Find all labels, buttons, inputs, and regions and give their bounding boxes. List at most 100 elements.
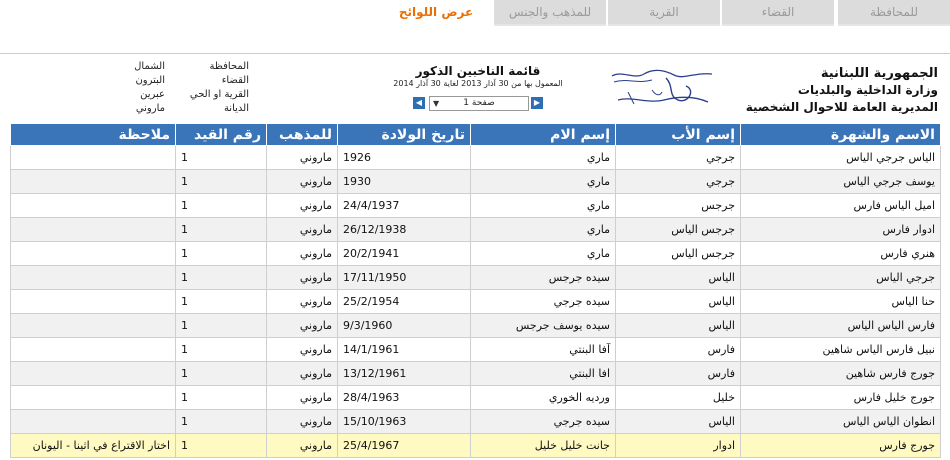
location-row: القرية او الحي عبرين <box>113 88 249 102</box>
col-header-father[interactable]: إسم الأب <box>615 123 741 146</box>
cell-reg-no: 1 <box>175 193 267 218</box>
cell-father: الياس <box>615 313 741 338</box>
location-label: المحافظة <box>209 61 249 72</box>
ministry-title: وزارة الداخلية والبلديات <box>797 83 938 97</box>
cell-dob: 14/1/1961 <box>337 337 471 362</box>
cell-reg-no: 1 <box>175 169 267 194</box>
table-row[interactable]: الياس جرجي الياس جرجي ماري 1926 ماروني 1 <box>10 145 941 170</box>
cell-mother: ماري <box>470 169 616 194</box>
cell-dob: 1930 <box>337 169 471 194</box>
cell-note <box>10 385 176 410</box>
cell-note <box>10 193 176 218</box>
col-header-dob[interactable]: تاريخ الولادة <box>337 123 471 146</box>
table-row[interactable]: جورج فارس ادوار جانت خليل خليل 25/4/1967 مار… <box>10 433 941 458</box>
cell-mother: آفا البنتي <box>470 337 616 362</box>
cell-note <box>10 409 176 434</box>
cell-reg-no: 1 <box>175 337 267 362</box>
divider <box>0 53 950 54</box>
cell-note <box>10 313 176 338</box>
col-header-name[interactable]: الاسم والشهرة <box>740 123 941 146</box>
table-row[interactable]: نبيل فارس الياس شاهين فارس آفا البنتي 14/1/… <box>10 337 941 362</box>
list-validity: المعمول بها من 30 آذار 2013 لغاية 30 آذا… <box>393 79 563 88</box>
page-select-label: صفحة 1 <box>463 98 495 108</box>
cell-sect: ماروني <box>266 193 338 218</box>
col-header-reg-no[interactable]: رقم القيد <box>175 123 267 146</box>
prev-page-button[interactable]: ◀ <box>413 97 425 109</box>
cell-father: جرجس <box>615 193 741 218</box>
table-row[interactable]: جورج فارس شاهين فارس افا البنتي 13/12/1961 م… <box>10 361 941 386</box>
pager: ◀ ▼ صفحة 1 ▶ <box>413 96 545 111</box>
cell-note <box>10 265 176 290</box>
cell-father: جرجي <box>615 169 741 194</box>
page-select[interactable]: ▼ صفحة 1 <box>429 96 529 111</box>
cell-name: اميل الياس فارس <box>740 193 941 218</box>
cell-sect: ماروني <box>266 409 338 434</box>
cell-sect: ماروني <box>266 337 338 362</box>
cell-note <box>10 241 176 266</box>
cell-note <box>10 289 176 314</box>
cell-reg-no: 1 <box>175 289 267 314</box>
cell-name: جرجي الياس <box>740 265 941 290</box>
cell-sect: ماروني <box>266 241 338 266</box>
cell-mother: سيده جرجس <box>470 265 616 290</box>
cell-father: فارس <box>615 361 741 386</box>
cell-name: يوسف جرجي الياس <box>740 169 941 194</box>
list-title: قائمة الناخبين الذكور <box>415 64 541 78</box>
cell-father: جرجس الياس <box>615 241 741 266</box>
location-value: البترون <box>135 75 165 86</box>
voters-table: الاسم والشهرة إسم الأب إسم الام تاريخ ال… <box>10 123 941 458</box>
cell-dob: 25/4/1967 <box>337 433 471 458</box>
location-row: الديانة ماروني <box>113 102 249 116</box>
location-value: ماروني <box>135 103 165 114</box>
cell-sect: ماروني <box>266 433 338 458</box>
cell-reg-no: 1 <box>175 313 267 338</box>
table-row[interactable]: اميل الياس فارس جرجس ماري 24/4/1937 ماروني 1 <box>10 193 941 218</box>
cell-father: الياس <box>615 289 741 314</box>
cell-dob: 1926 <box>337 145 471 170</box>
cell-father: ادوار <box>615 433 741 458</box>
cell-reg-no: 1 <box>175 217 267 242</box>
cell-name: جورج فارس <box>740 433 941 458</box>
table-row[interactable]: يوسف جرجي الياس جرجي ماري 1930 ماروني 1 <box>10 169 941 194</box>
cell-name: انطوان الياس الياس <box>740 409 941 434</box>
location-row: المحافظة الشمال <box>113 60 249 74</box>
table-row[interactable]: حنا الياس الياس سيده جرجي 25/2/1954 ماروني 1 <box>10 289 941 314</box>
location-value: عبرين <box>140 89 165 100</box>
issuer-header: الجمهورية اللبنانية وزارة الداخلية والبل… <box>746 65 938 116</box>
tab-show-lists[interactable]: عرض اللوائح <box>380 0 492 24</box>
cell-mother: ماري <box>470 217 616 242</box>
table-row[interactable]: جرجي الياس الياس سيده جرجس 17/11/1950 ماروني… <box>10 265 941 290</box>
list-heading: قائمة الناخبين الذكور المعمول بها من 30 … <box>393 64 563 88</box>
table-row[interactable]: هنري فارس جرجس الياس ماري 20/2/1941 ماروني 1 <box>10 241 941 266</box>
cell-dob: 9/3/1960 <box>337 313 471 338</box>
cell-note <box>10 337 176 362</box>
col-header-note[interactable]: ملاحظة <box>10 123 176 146</box>
cell-father: جرجي <box>615 145 741 170</box>
cell-name: نبيل فارس الياس شاهين <box>740 337 941 362</box>
col-header-mother[interactable]: إسم الام <box>470 123 616 146</box>
table-row[interactable]: جورج خليل فارس خليل ورديه الخوري 28/4/1963 م… <box>10 385 941 410</box>
cell-mother: ماري <box>470 145 616 170</box>
tab-district[interactable]: القضاء <box>722 0 834 26</box>
col-header-sect[interactable]: للمذهب <box>266 123 338 146</box>
table-row[interactable]: انطوان الياس الياس الياس سيده جرجي 15/10/19… <box>10 409 941 434</box>
tab-sect-gender[interactable]: للمذهب والجنس <box>494 0 606 26</box>
cell-note <box>10 361 176 386</box>
cell-mother: ورديه الخوري <box>470 385 616 410</box>
chevron-down-icon: ▼ <box>433 99 440 108</box>
location-info: المحافظة الشمال القضاء البترون القرية او… <box>113 60 249 116</box>
cell-dob: 17/11/1950 <box>337 265 471 290</box>
cell-mother: ماري <box>470 241 616 266</box>
cell-dob: 24/4/1937 <box>337 193 471 218</box>
tab-village[interactable]: القرية <box>608 0 720 26</box>
tab-governorate[interactable]: للمحافظة <box>838 0 950 26</box>
cell-name: ادوار فارس <box>740 217 941 242</box>
cell-dob: 26/12/1938 <box>337 217 471 242</box>
table-row[interactable]: فارس الياس الياس الياس سيده يوسف جرجس 9/3/1… <box>10 313 941 338</box>
next-page-button[interactable]: ▶ <box>531 97 543 109</box>
cell-name: فارس الياس الياس <box>740 313 941 338</box>
table-row[interactable]: ادوار فارس جرجس الياس ماري 26/12/1938 ماروني… <box>10 217 941 242</box>
cell-dob: 28/4/1963 <box>337 385 471 410</box>
republic-title: الجمهورية اللبنانية <box>820 66 938 81</box>
table-body: الياس جرجي الياس جرجي ماري 1926 ماروني 1 يوسف … <box>10 145 941 458</box>
